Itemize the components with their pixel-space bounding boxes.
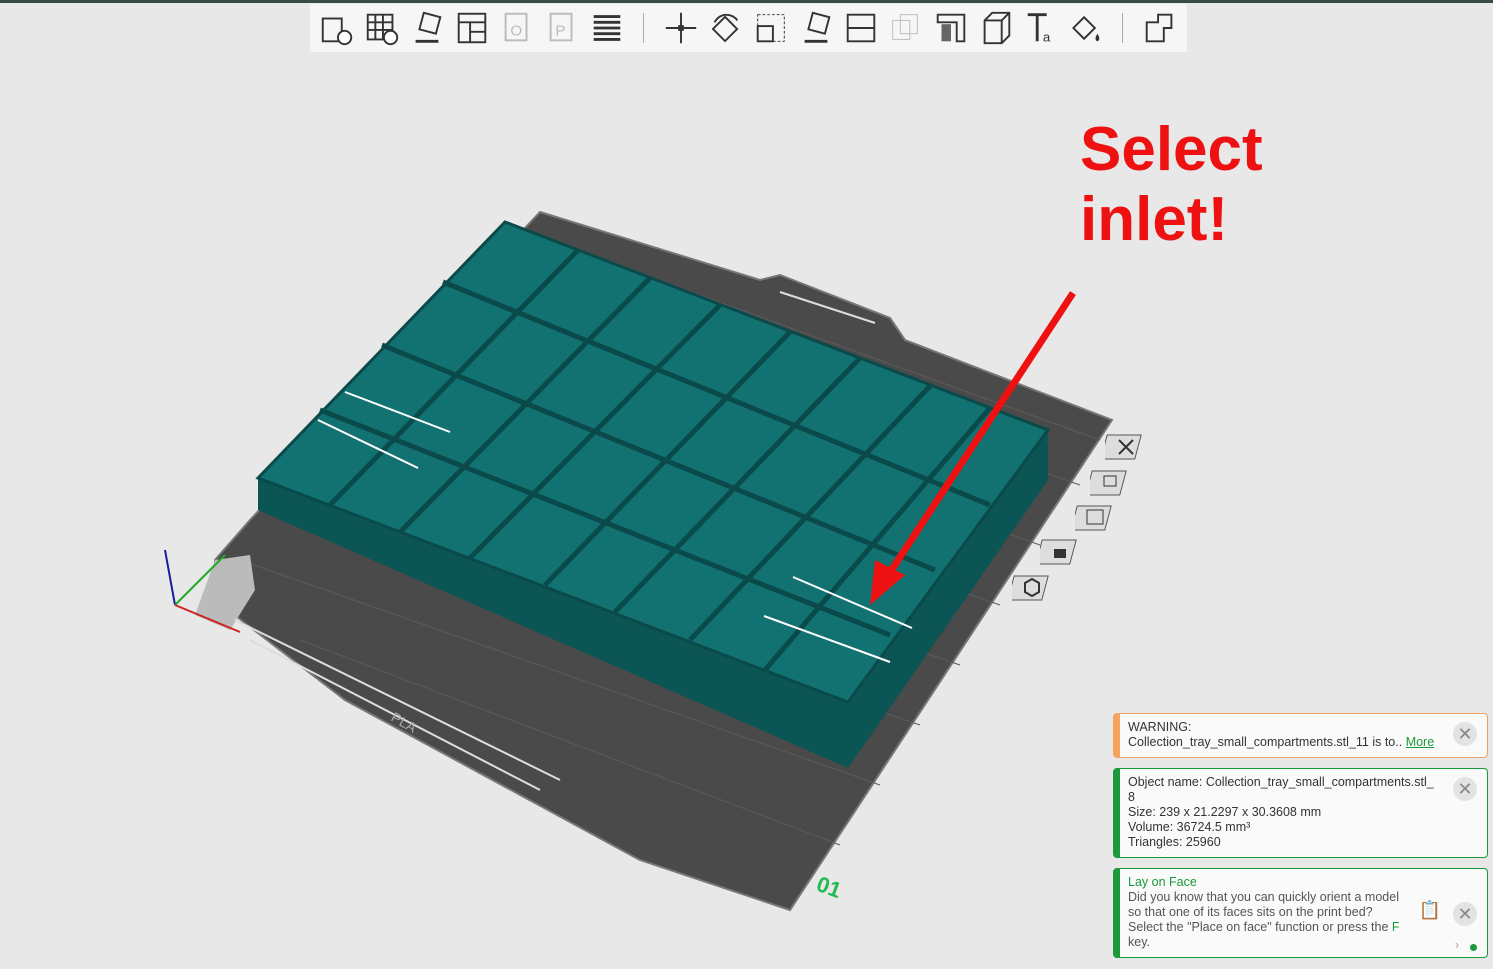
- tip-key: F: [1391, 920, 1400, 934]
- tip-settings-icon[interactable]: [1470, 944, 1477, 951]
- object-info-notification: Object name: Collection_tray_small_compa…: [1113, 768, 1488, 858]
- plate-number: 01: [813, 871, 845, 903]
- warning-notification: WARNING: Collection_tray_small_compartme…: [1113, 713, 1488, 758]
- orient-plate-icon[interactable]: [1090, 468, 1130, 498]
- object-triangles: Triangles: 25960: [1128, 835, 1221, 849]
- close-warning-button[interactable]: ✕: [1453, 722, 1477, 746]
- close-icon: ✕: [1457, 903, 1473, 924]
- close-icon: ✕: [1457, 778, 1473, 799]
- warning-more-link[interactable]: More: [1406, 735, 1434, 749]
- annotation-line-1: Select: [1080, 115, 1263, 184]
- annotation-line-2: inlet!: [1080, 185, 1229, 254]
- z-axis: [164, 549, 176, 606]
- delete-plate-icon[interactable]: [1105, 432, 1145, 462]
- close-tip-button[interactable]: ✕: [1453, 902, 1477, 926]
- object-name-cont: 8: [1128, 790, 1135, 804]
- tip-text: Did you know that you can quickly orient…: [1128, 890, 1399, 934]
- tip-title: Lay on Face: [1128, 875, 1197, 889]
- close-info-button[interactable]: ✕: [1453, 777, 1477, 801]
- object-volume: Volume: 36724.5 mm³: [1128, 820, 1251, 834]
- warning-text: Collection_tray_small_compartments.stl_1…: [1128, 735, 1403, 749]
- tip-notification: Lay on Face Did you know that you can qu…: [1113, 868, 1488, 958]
- plate-settings-icon[interactable]: [1012, 573, 1052, 603]
- clipboard-icon[interactable]: 📋: [1419, 901, 1441, 919]
- next-tip-icon[interactable]: ›: [1455, 938, 1459, 953]
- object-name: Object name: Collection_tray_small_compa…: [1128, 775, 1434, 789]
- object-size: Size: 239 x 21.2297 x 30.3608 mm: [1128, 805, 1322, 819]
- annotation-text: Select inlet!: [1080, 115, 1263, 255]
- lock-plate-icon[interactable]: [1040, 537, 1080, 567]
- tip-text-end: key.: [1128, 935, 1150, 949]
- warning-title: WARNING:: [1128, 720, 1192, 734]
- warning-body: Collection_tray_small_compartments.stl_1…: [1128, 735, 1447, 750]
- tip-body: Did you know that you can quickly orient…: [1128, 890, 1408, 950]
- close-icon: ✕: [1457, 723, 1473, 744]
- arrange-plate-icon[interactable]: [1075, 503, 1115, 533]
